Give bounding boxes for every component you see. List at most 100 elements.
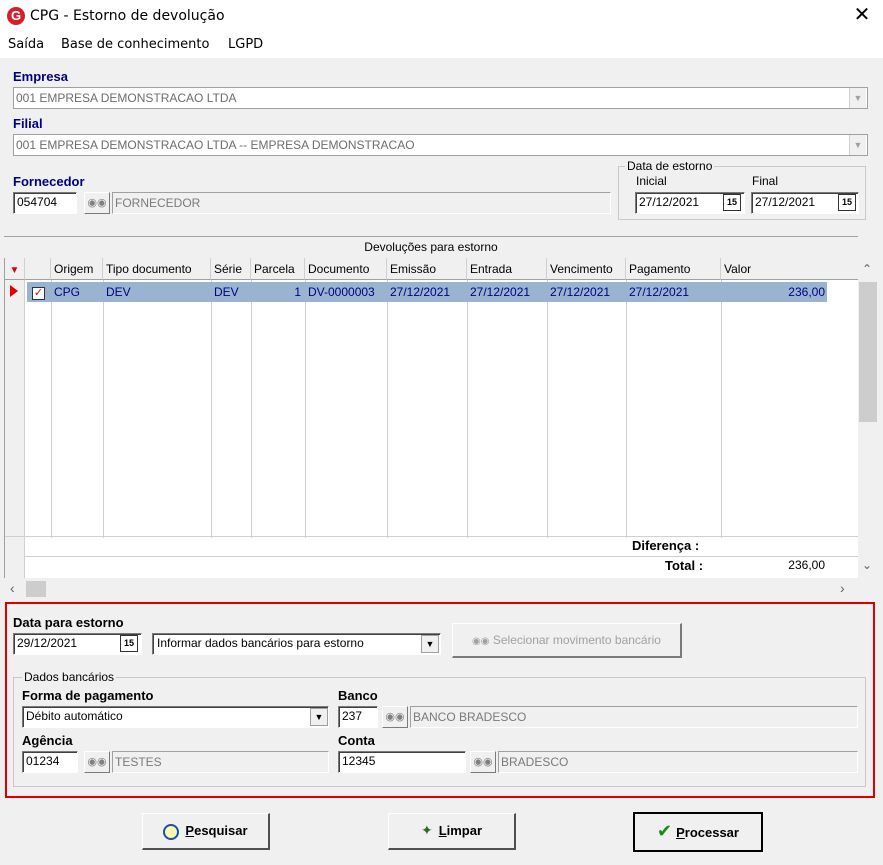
modo-estorno-value: Informar dados bancários para estorno: [157, 636, 364, 650]
modo-estorno-select[interactable]: Informar dados bancários para estorno: [152, 633, 441, 655]
empresa-value: 001 EMPRESA DEMONSTRACAO LTDA: [16, 91, 237, 105]
banco-name-field: BANCO BRADESCO: [410, 706, 858, 728]
banco-code-input[interactable]: 237: [338, 706, 378, 728]
window-title: CPG - Estorno de devolução: [30, 8, 225, 24]
cell-valor: 236,00: [788, 285, 825, 299]
horizontal-scrollbar[interactable]: ‹ ›: [4, 579, 858, 599]
conta-code-input[interactable]: 12345: [338, 751, 466, 773]
cell-parcela: 1: [294, 285, 301, 299]
agencia-name-field: TESTES: [112, 751, 329, 773]
grid-line: [5, 556, 859, 557]
total-value: 236,00: [788, 558, 825, 572]
limpar-button[interactable]: ✦ Limpar: [388, 813, 516, 850]
fornecedor-name-field: FORNECEDOR: [112, 192, 611, 214]
cell-pagamento: 27/12/2021: [629, 285, 690, 299]
pesquisar-button[interactable]: Pesquisar: [142, 813, 270, 850]
scroll-thumb[interactable]: [26, 581, 46, 597]
menu-bar: Saída Base de conhecimento LGPD: [0, 32, 883, 58]
conta-search-button[interactable]: ◉◉: [470, 751, 496, 773]
agencia-code-input[interactable]: 01234: [22, 751, 78, 773]
grid-line: [305, 280, 306, 538]
vertical-scrollbar[interactable]: ⌃ ⌄: [858, 258, 878, 578]
cell-vencimento: 27/12/2021: [550, 285, 611, 299]
scroll-up-icon[interactable]: ⌃: [862, 262, 872, 276]
grid-line: [103, 280, 104, 538]
dados-bancarios-legend: Dados bancários: [22, 670, 117, 684]
empresa-combo[interactable]: 001 EMPRESA DEMONSTRACAO LTDA: [13, 87, 868, 109]
grid-line: [5, 536, 859, 537]
forma-pagamento-label: Forma de pagamento: [22, 688, 154, 703]
col-header-tipo-documento[interactable]: Tipo documento: [103, 258, 211, 280]
processar-button[interactable]: ✔ Processar: [633, 812, 763, 852]
devolucoes-grid[interactable]: ▼ Origem Tipo documento Série Parcela Do…: [4, 258, 859, 578]
empresa-label: Empresa: [13, 69, 68, 84]
forma-pagamento-select[interactable]: Débito automático: [22, 706, 329, 728]
filial-combo[interactable]: 001 EMPRESA DEMONSTRACAO LTDA -- EMPRESA…: [13, 134, 868, 156]
cell-tipo-documento: DEV: [106, 285, 131, 299]
broom-icon: ✦: [420, 822, 433, 838]
col-header-parcela[interactable]: Parcela: [251, 258, 305, 280]
fornecedor-search-button[interactable]: ◉◉: [84, 192, 110, 214]
scroll-down-icon[interactable]: ⌄: [862, 558, 872, 572]
filial-value: 001 EMPRESA DEMONSTRACAO LTDA -- EMPRESA…: [16, 138, 415, 152]
selecionar-movimento-label: Selecionar movimento bancário: [492, 633, 661, 647]
calendar-icon[interactable]: 15: [120, 635, 138, 652]
app-logo-icon: G: [7, 7, 25, 25]
scroll-left-icon[interactable]: ‹: [10, 580, 15, 596]
chevron-down-icon[interactable]: ▼: [849, 88, 866, 108]
close-button[interactable]: ✕: [842, 0, 882, 32]
banco-label: Banco: [338, 688, 378, 703]
chevron-down-icon[interactable]: ▼: [849, 135, 866, 155]
grid-line: [721, 280, 722, 538]
grid-line: [251, 280, 252, 538]
binoculars-icon: ◉◉: [472, 636, 490, 647]
selecionar-movimento-button[interactable]: ◉◉ Selecionar movimento bancário: [452, 623, 682, 658]
col-header-valor[interactable]: Valor: [721, 258, 859, 280]
col-header-emissao[interactable]: Emissão: [387, 258, 467, 280]
col-header-entrada[interactable]: Entrada: [467, 258, 547, 280]
fornecedor-code-input[interactable]: 054704: [13, 192, 77, 214]
col-header-vencimento[interactable]: Vencimento: [547, 258, 626, 280]
grid-line: [626, 280, 627, 538]
agencia-search-button[interactable]: ◉◉: [84, 751, 110, 773]
grid-line: [387, 280, 388, 538]
col-header-documento[interactable]: Documento: [305, 258, 387, 280]
binoculars-icon: ◉◉: [385, 711, 405, 723]
row-checkbox[interactable]: ✓: [32, 287, 45, 300]
sort-indicator-icon[interactable]: ▼: [5, 258, 25, 280]
menu-saida[interactable]: Saída: [8, 37, 44, 52]
menu-lgpd[interactable]: LGPD: [228, 37, 263, 52]
footer-indicator: [5, 537, 25, 578]
magnifier-icon: [163, 823, 180, 840]
chevron-down-icon[interactable]: ▼: [310, 708, 328, 726]
chevron-down-icon[interactable]: ▼: [421, 635, 439, 653]
calendar-icon[interactable]: 15: [723, 194, 741, 211]
grid-line: [547, 280, 548, 538]
fornecedor-label: Fornecedor: [13, 174, 85, 189]
total-label: Total :: [665, 558, 704, 573]
diferenca-label: Diferença :: [632, 538, 700, 553]
row-indicator-column: [5, 280, 25, 538]
scroll-right-icon[interactable]: ›: [840, 580, 845, 596]
col-header-pagamento[interactable]: Pagamento: [626, 258, 721, 280]
cell-emissao: 27/12/2021: [390, 285, 451, 299]
data-para-estorno-label: Data para estorno: [13, 615, 124, 630]
grid-line: [467, 280, 468, 538]
check-column-header[interactable]: [25, 258, 51, 280]
calendar-icon[interactable]: 15: [838, 194, 856, 211]
cell-entrada: 27/12/2021: [470, 285, 531, 299]
banco-search-button[interactable]: ◉◉: [382, 706, 408, 728]
scroll-thumb[interactable]: [859, 282, 877, 422]
conta-label: Conta: [338, 733, 375, 748]
menu-base-conhecimento[interactable]: Base de conhecimento: [61, 37, 209, 52]
cell-serie: DEV: [214, 285, 239, 299]
agencia-label: Agência: [22, 733, 73, 748]
grid-caption: Devoluções para estorno: [4, 236, 858, 256]
cell-origem: CPG: [54, 285, 81, 299]
binoculars-icon: ◉◉: [473, 756, 493, 768]
col-header-serie[interactable]: Série: [211, 258, 251, 280]
col-header-origem[interactable]: Origem: [51, 258, 103, 280]
checkmark-icon: ✔: [657, 821, 673, 841]
filial-label: Filial: [13, 116, 43, 131]
binoculars-icon: ◉◉: [87, 197, 107, 209]
